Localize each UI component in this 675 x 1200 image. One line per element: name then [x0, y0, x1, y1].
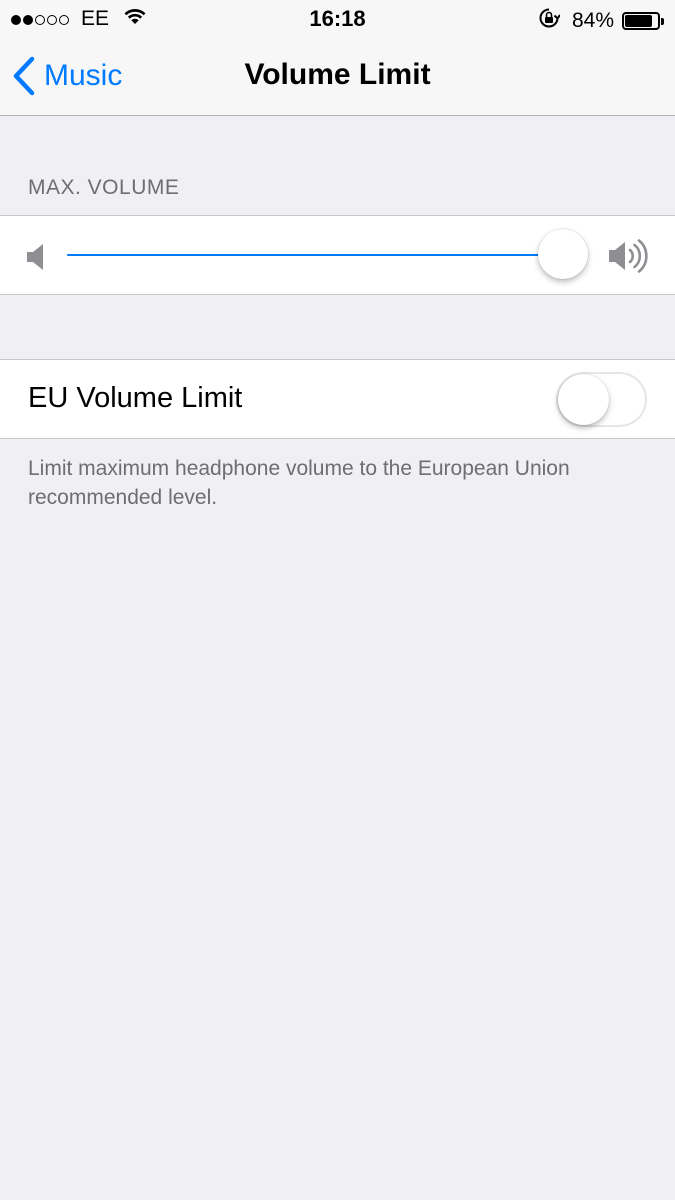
battery-percentage: 84%: [571, 9, 614, 32]
max-volume-cell: [0, 215, 675, 295]
toggle-knob: [558, 374, 609, 425]
battery-icon: [622, 12, 660, 30]
max-volume-slider-fill: [67, 254, 563, 256]
page-title: Volume Limit: [244, 58, 431, 91]
max-volume-slider-track[interactable]: [67, 254, 563, 256]
orientation-lock-icon: [538, 7, 561, 35]
eu-volume-limit-description: Limit maximum headphone volume to the Eu…: [28, 457, 570, 509]
navigation-bar: Music Volume Limit: [0, 40, 675, 116]
eu-volume-limit-toggle[interactable]: [556, 372, 647, 427]
max-volume-slider-thumb[interactable]: [538, 229, 588, 279]
battery-tip: [661, 17, 664, 25]
section-header-max-volume: MAX. VOLUME: [28, 176, 180, 199]
eu-volume-limit-cell: EU Volume Limit: [0, 359, 675, 439]
eu-volume-limit-label: EU Volume Limit: [28, 382, 243, 414]
battery-level-fill: [625, 15, 652, 27]
status-right: 84%: [538, 7, 664, 35]
status-bar: EE 16:18 84%: [0, 0, 675, 40]
volume-low-icon: [26, 243, 46, 276]
volume-high-icon: [608, 238, 650, 279]
